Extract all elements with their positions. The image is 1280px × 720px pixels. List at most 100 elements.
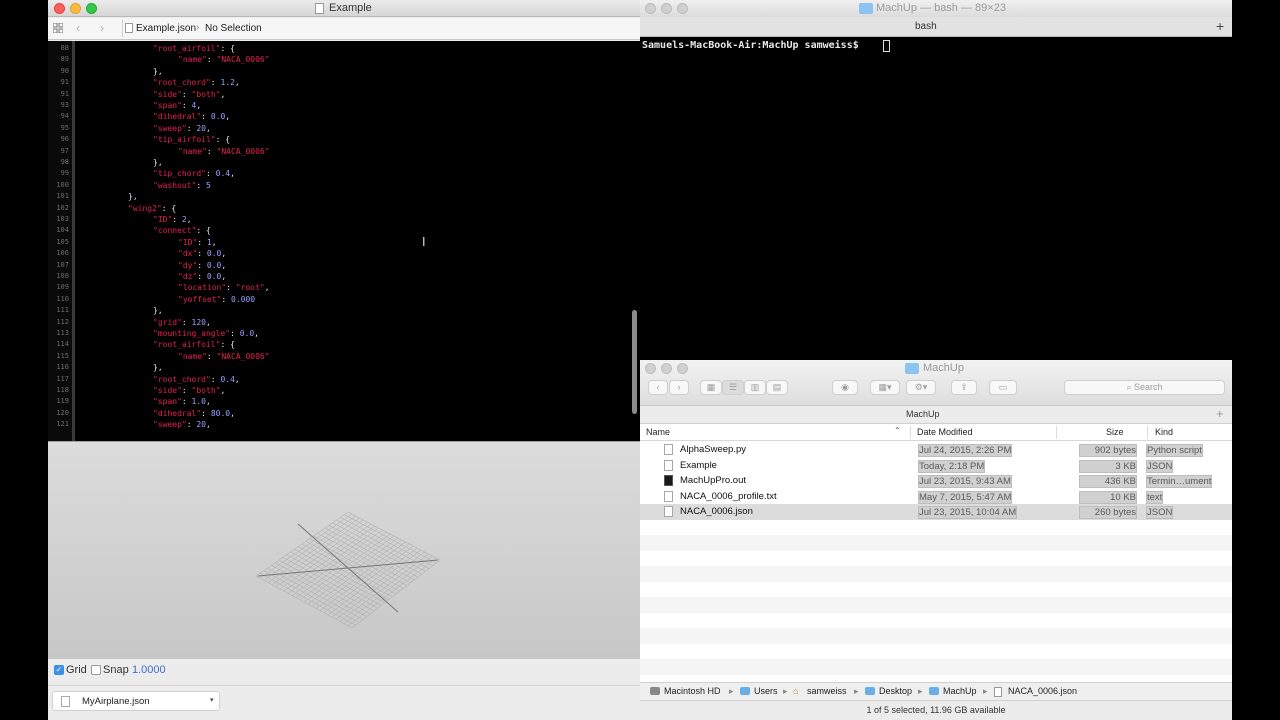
path-item-macintosh-hd[interactable]: Macintosh HD bbox=[664, 686, 721, 696]
file-date: Jul 23, 2015, 10:04 AM bbox=[918, 506, 1018, 519]
quick-look-eye-icon[interactable]: ◉ bbox=[832, 380, 858, 395]
home-icon: ⌂ bbox=[793, 686, 799, 696]
zoom-window-button[interactable] bbox=[677, 3, 688, 14]
folder-icon bbox=[865, 687, 875, 695]
json-punctuation: , bbox=[206, 420, 211, 430]
json-key-token: "root_airfoil" bbox=[153, 340, 221, 350]
search-field[interactable]: ⌕ Search bbox=[1064, 380, 1225, 395]
list-view-button[interactable]: ☰ bbox=[722, 380, 744, 395]
add-tab-icon[interactable]: + bbox=[1216, 406, 1224, 421]
chevron-right-icon: › bbox=[196, 22, 200, 33]
line-number: 105 bbox=[56, 237, 69, 246]
zoom-window-button[interactable] bbox=[86, 3, 97, 14]
json-punctuation: , bbox=[254, 329, 259, 338]
minimize-window-button[interactable] bbox=[70, 3, 81, 14]
3d-viewport[interactable] bbox=[48, 441, 640, 658]
line-number: 97 bbox=[60, 146, 69, 155]
column-separator[interactable] bbox=[1056, 426, 1057, 439]
column-header-size[interactable]: Size bbox=[1106, 427, 1124, 437]
code-text: "connect": { bbox=[153, 225, 211, 236]
code-line: 93 "span": 4, bbox=[48, 100, 628, 111]
file-row[interactable]: NACA_0006_profile.txt May 7, 2015, 5:47 A… bbox=[640, 489, 1232, 505]
column-header-kind[interactable]: Kind bbox=[1155, 427, 1173, 437]
column-header-name[interactable]: Name bbox=[646, 427, 670, 437]
finder-status-bar: 1 of 5 selected, 11.96 GB available bbox=[640, 700, 1232, 720]
code-line: 114 "root_airfoil": { bbox=[48, 339, 628, 350]
file-row[interactable]: MachUpPro.out Jul 23, 2015, 9:43 AM 436 KB… bbox=[640, 473, 1232, 489]
close-window-button[interactable] bbox=[645, 363, 656, 374]
json-key-token: "location" bbox=[178, 283, 227, 293]
chevron-right-icon: ▸ bbox=[729, 686, 734, 696]
empty-row bbox=[640, 628, 1232, 644]
column-header-date[interactable]: Date Modified bbox=[917, 427, 973, 437]
arrange-menu-icon[interactable]: ▦▾ bbox=[870, 380, 900, 395]
editor-window: Example ‹ › Example.json › No Selection … bbox=[48, 0, 640, 720]
forward-button[interactable]: › bbox=[669, 380, 689, 395]
tag-icon[interactable]: ▭ bbox=[989, 380, 1017, 395]
close-window-button[interactable] bbox=[54, 3, 65, 14]
terminal-tab-bash[interactable]: bash bbox=[915, 21, 937, 32]
file-popup-label: MyAirplane.json bbox=[82, 696, 150, 707]
back-arrow-icon[interactable]: ‹ bbox=[76, 21, 80, 35]
json-punctuation: : bbox=[196, 180, 206, 190]
gear-icon[interactable]: ⚙▾ bbox=[906, 380, 936, 395]
chevron-right-icon: ▸ bbox=[783, 686, 788, 696]
file-row[interactable]: Example Today, 2:18 PM 3 KB JSON bbox=[640, 458, 1232, 474]
code-editor[interactable]: 88 "root_airfoil": {89 "name": "NACA_0006"… bbox=[48, 41, 640, 441]
code-scrollbar[interactable] bbox=[632, 310, 637, 414]
column-separator[interactable] bbox=[1147, 426, 1148, 439]
icon-view-button[interactable]: ▦ bbox=[700, 380, 722, 395]
close-window-button[interactable] bbox=[645, 3, 656, 14]
code-line: 105 "ID": 1, bbox=[48, 237, 628, 248]
terminal-cursor bbox=[883, 40, 890, 52]
editor-bottom-bar: ✓ Grid Snap 1.0000 MyAirplane.json ▾ bbox=[48, 658, 640, 720]
path-item-users[interactable]: Users bbox=[754, 686, 778, 696]
file-name: AlphaSweep.py bbox=[680, 444, 747, 455]
column-view-button[interactable]: ▥ bbox=[744, 380, 766, 395]
file-row-selected[interactable]: NACA_0006.json Jul 23, 2015, 10:04 AM 260 … bbox=[640, 504, 1232, 520]
json-punctuation: : bbox=[201, 112, 211, 122]
terminal-output[interactable]: Samuels-MacBook-Air:MachUp samweiss$ bbox=[640, 37, 1232, 358]
json-key-token: "name" bbox=[178, 146, 207, 156]
path-item-file[interactable]: NACA_0006.json bbox=[1008, 686, 1077, 696]
json-value-token: 0.000 bbox=[231, 294, 256, 304]
code-text: "sweep": 20, bbox=[153, 123, 211, 134]
related-items-icon[interactable] bbox=[52, 22, 64, 34]
minimize-window-button[interactable] bbox=[661, 363, 672, 374]
code-line: 119 "span": 1.0, bbox=[48, 396, 628, 407]
add-tab-icon[interactable]: + bbox=[1216, 18, 1224, 34]
path-item-machup[interactable]: MachUp bbox=[943, 686, 977, 696]
code-line: 96 "tip_airfoil": { bbox=[48, 134, 628, 145]
code-line: 118 "side": "both", bbox=[48, 385, 628, 396]
snap-checkbox[interactable] bbox=[91, 665, 101, 675]
snap-value-field[interactable]: 1.0000 bbox=[132, 664, 166, 676]
document-icon bbox=[61, 696, 70, 707]
line-number: 109 bbox=[56, 283, 69, 292]
json-punctuation: , bbox=[211, 237, 217, 247]
line-number: 90 bbox=[60, 66, 69, 75]
minimize-window-button[interactable] bbox=[661, 3, 672, 14]
json-punctuation: : { bbox=[215, 135, 231, 145]
column-separator[interactable] bbox=[910, 426, 911, 439]
path-bar: Macintosh HD ▸ Users ▸ ⌂ samweiss ▸ Desk… bbox=[640, 682, 1232, 700]
path-item-desktop[interactable]: Desktop bbox=[879, 686, 912, 696]
line-number: 89 bbox=[60, 55, 69, 64]
terminal-titlebar: MachUp — bash — 89×23 bbox=[640, 0, 1232, 17]
code-text: }, bbox=[153, 66, 163, 77]
forward-arrow-icon[interactable]: › bbox=[100, 21, 104, 35]
file-popup-button[interactable]: MyAirplane.json ▾ bbox=[52, 691, 220, 711]
share-icon[interactable]: ⇪ bbox=[951, 380, 977, 395]
json-punctuation: : bbox=[181, 101, 192, 110]
path-item-samweiss[interactable]: samweiss bbox=[807, 686, 847, 696]
zoom-window-button[interactable] bbox=[677, 363, 688, 374]
code-text: "tip_airfoil": { bbox=[153, 134, 230, 145]
line-number: 102 bbox=[56, 203, 69, 212]
json-key-token: "yoffset" bbox=[178, 294, 222, 304]
grid-checkbox[interactable]: ✓ bbox=[54, 665, 64, 675]
jumpbar-file[interactable]: Example.json bbox=[136, 23, 196, 34]
cover-flow-button[interactable]: ▤ bbox=[766, 380, 788, 395]
back-button[interactable]: ‹ bbox=[648, 380, 668, 395]
file-row[interactable]: AlphaSweep.py Jul 24, 2015, 2:26 PM 902 by… bbox=[640, 442, 1232, 458]
jumpbar-selection[interactable]: No Selection bbox=[205, 23, 262, 34]
code-text: "wing2": { bbox=[128, 203, 176, 214]
